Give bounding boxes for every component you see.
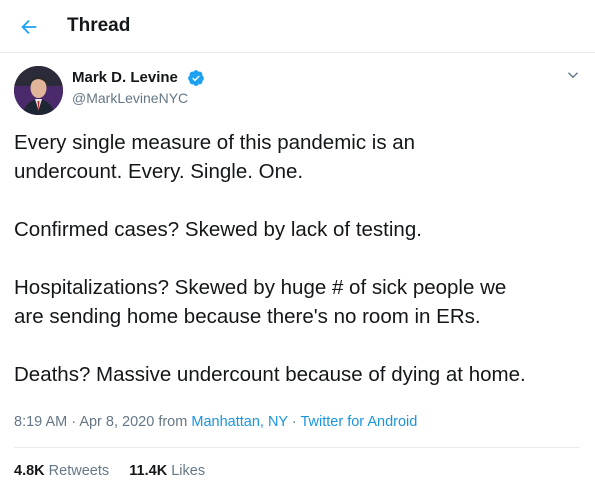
thread-header: Thread: [0, 0, 595, 53]
page-title: Thread: [67, 15, 131, 36]
tweet-text: Every single measure of this pandemic is…: [14, 128, 584, 389]
from-label: from: [158, 414, 188, 430]
tweet-stats: 4.8K Retweets 11.4K Likes: [14, 463, 205, 479]
author-handle[interactable]: @MarkLevineNYC: [72, 90, 188, 106]
author-name[interactable]: Mark D. Levine: [72, 69, 178, 86]
likes-label: Likes: [171, 463, 206, 479]
source-link[interactable]: Twitter for Android: [300, 414, 417, 430]
likes-count: 11.4K: [129, 463, 168, 479]
avatar-image: [14, 66, 63, 115]
tweet-line: undercount. Every. Single. One.: [14, 160, 304, 183]
separator: ·: [291, 414, 297, 430]
retweets-count: 4.8K: [14, 463, 45, 479]
tweet-line: Hospitalizations? Skewed by huge # of si…: [14, 276, 507, 299]
retweets-label: Retweets: [48, 463, 110, 479]
tweet-line: Every single measure of this pandemic is…: [14, 131, 416, 154]
tweet-meta: 8:19 AM · Apr 8, 2020 from Manhattan, NY…: [14, 414, 417, 430]
tweet-time[interactable]: 8:19 AM: [14, 414, 67, 430]
avatar[interactable]: [14, 66, 63, 115]
verified-badge-icon: [188, 70, 204, 86]
tweet-line: are sending home because there's no room…: [14, 305, 481, 328]
separator: ·: [71, 414, 77, 430]
arrow-left-icon: [21, 19, 37, 35]
tweet-line: Confirmed cases? Skewed by lack of testi…: [14, 218, 422, 241]
likes-stat[interactable]: 11.4K Likes: [129, 463, 205, 479]
divider: [14, 447, 580, 448]
chevron-down-icon[interactable]: [564, 66, 582, 84]
location-link[interactable]: Manhattan, NY: [191, 414, 287, 430]
back-button[interactable]: [14, 12, 44, 42]
tweet-date[interactable]: Apr 8, 2020: [79, 414, 154, 430]
tweet-line: Deaths? Massive undercount because of dy…: [14, 363, 526, 386]
retweets-stat[interactable]: 4.8K Retweets: [14, 463, 113, 479]
